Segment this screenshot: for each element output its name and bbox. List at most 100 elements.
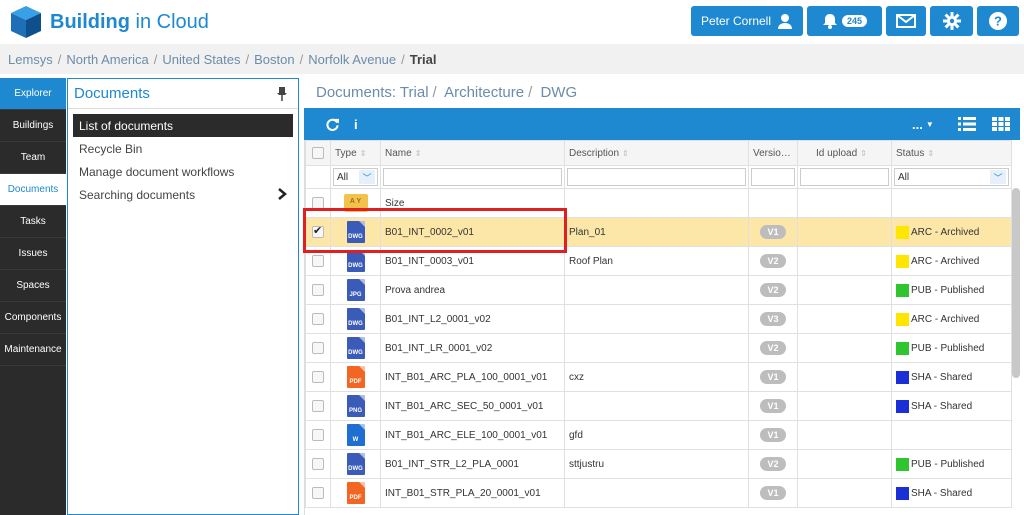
table-row[interactable]: PNG INT_B01_ARC_SEC_50_0001_v01 V1 SHA - Sh… [305,391,1012,421]
breadcrumb-item[interactable]: Lemsys [8,52,53,67]
path-item[interactable]: Documents: Trial [316,84,429,101]
doc-name-cell[interactable]: Size [380,188,565,218]
column-header-status[interactable]: Status ⇕ [891,140,1012,166]
user-menu-button[interactable]: Peter Cornell [691,6,803,36]
select-all-header[interactable] [305,140,331,166]
app-logo[interactable]: Building in Cloud [8,4,209,40]
version-filter-input[interactable] [751,168,795,186]
row-checkbox[interactable] [312,224,324,238]
version-badge: V2 [760,283,786,297]
doc-name-cell[interactable]: B01_INT_0002_v01 [380,217,565,247]
doc-name-cell[interactable]: INT_B01_STR_PLA_20_0001_v01 [380,478,565,508]
messages-button[interactable] [886,6,926,36]
row-checkbox[interactable] [312,197,324,209]
sidebar-item-issues[interactable]: Issues [0,238,66,270]
doc-name-cell[interactable]: B01_INT_0003_v01 [380,246,565,276]
doc-name-cell[interactable]: B01_INT_STR_L2_PLA_0001 [380,449,565,479]
grid-view-button[interactable] [992,108,1010,140]
table-row[interactable]: DWG B01_INT_0002_v01Plan_01 V1 ARC - Archiv… [305,217,1012,247]
row-checkbox[interactable] [312,487,324,499]
breadcrumb-item[interactable]: North America [66,52,148,67]
help-icon: ? [989,12,1007,30]
info-button[interactable]: i [354,108,358,140]
notifications-button[interactable]: 245 [807,6,882,36]
row-checkbox[interactable] [312,313,324,325]
doc-id-upload-cell [797,188,892,218]
version-badge: V1 [760,370,786,384]
sidebar-item-spaces[interactable]: Spaces [0,270,66,302]
file-type-icon: DWG [346,308,365,330]
table-row[interactable]: A Y Size [305,188,1012,218]
table-row[interactable]: PDF INT_B01_ARC_PLA_100_0001_v01 cxz V1 SHA … [305,362,1012,392]
sidebar-item-maintenance[interactable]: Maintenance [0,334,66,366]
table-row[interactable]: DWG B01_INT_L2_0001_v02 V3 ARC - Archived [305,304,1012,334]
doc-name-cell[interactable]: Prova andrea [380,275,565,305]
doc-name-cell[interactable]: B01_INT_LR_0001_v02 [380,333,565,363]
doc-description-cell [564,188,749,218]
more-options-button[interactable]: ... ▼ [912,108,934,140]
version-badge: V1 [760,486,786,500]
description-filter-input[interactable] [567,168,746,186]
column-header-id-upload[interactable]: Id upload ⇕ [797,140,892,166]
id-upload-filter-input[interactable] [800,168,889,186]
doc-id-upload-cell [797,449,892,479]
table-row[interactable]: W INT_B01_ARC_ELE_100_0001_v01 gfd V1 [305,420,1012,450]
grid-scrollbar[interactable] [1012,188,1020,378]
breadcrumb-item[interactable]: Norfolk Avenue [308,52,396,67]
row-checkbox[interactable] [312,255,324,267]
grid-view-icon [992,117,1010,131]
doc-status-cell: SHA - Shared [891,478,1012,508]
doc-status-cell: PUB - Published [891,449,1012,479]
doc-name-cell[interactable]: INT_B01_ARC_PLA_100_0001_v01 [380,362,565,392]
table-row[interactable]: DWG B01_INT_STR_L2_PLA_0001 sttjustru V2 PUB… [305,449,1012,479]
doc-description-cell: Roof Plan [564,246,749,276]
sidebar-item-buildings[interactable]: Buildings [0,110,66,142]
refresh-button[interactable] [326,108,339,140]
doc-name-cell[interactable]: INT_B01_ARC_ELE_100_0001_v01 [380,420,565,450]
table-row[interactable]: DWG B01_INT_0003_v01 Roof Plan V2 ARC - Arch… [305,246,1012,276]
status-color-swatch [896,254,909,268]
column-header-version[interactable]: Version ⇕ [748,140,798,166]
help-button[interactable]: ? [977,6,1019,36]
documents-table: Type ⇕ Name ⇕ Description ⇕ Version ⇕ Id upl… [305,140,1012,508]
menu-item-searching-documents[interactable]: Searching documents [73,183,293,206]
pin-icon[interactable] [276,87,288,101]
sidebar-item-tasks[interactable]: Tasks [0,206,66,238]
path-item[interactable]: Architecture [444,84,524,101]
row-checkbox[interactable] [312,400,324,412]
sidebar-item-team[interactable]: Team [0,142,66,174]
row-checkbox[interactable] [312,342,324,354]
status-filter-select[interactable]: All ﹀ [894,168,1009,186]
row-checkbox[interactable] [312,284,324,296]
name-filter-input[interactable] [383,168,562,186]
sidebar-item-documents[interactable]: Documents [0,174,66,206]
breadcrumb-item[interactable]: Boston [254,52,294,67]
doc-status-cell: ARC - Archived [891,246,1012,276]
breadcrumb-item[interactable]: United States [162,52,240,67]
settings-button[interactable] [930,6,973,36]
row-checkbox[interactable] [312,371,324,383]
type-filter-select[interactable]: All ﹀ [333,168,378,186]
doc-name-cell[interactable]: INT_B01_ARC_SEC_50_0001_v01 [380,391,565,421]
doc-id-upload-cell [797,391,892,421]
doc-name-cell[interactable]: B01_INT_L2_0001_v02 [380,304,565,334]
status-label: SHA - Shared [911,400,973,412]
list-view-button[interactable] [958,108,976,140]
table-row[interactable]: PDF INT_B01_STR_PLA_20_0001_v01 V1 SHA - Sh… [305,478,1012,508]
chevron-down-icon: ﹀ [990,170,1006,184]
menu-item-list-of-documents[interactable]: List of documents [73,114,293,137]
row-checkbox[interactable] [312,458,324,470]
menu-item-recycle-bin[interactable]: Recycle Bin [73,137,293,160]
select-all-checkbox[interactable] [312,147,324,159]
column-header-description[interactable]: Description ⇕ [564,140,749,166]
row-checkbox[interactable] [312,429,324,441]
sidebar-item-components[interactable]: Components [0,302,66,334]
table-row[interactable]: DWG B01_INT_LR_0001_v02 V2 PUB - Published [305,333,1012,363]
table-row[interactable]: JPG Prova andrea V2 PUB - Published [305,275,1012,305]
column-header-name[interactable]: Name ⇕ [380,140,565,166]
sidebar-item-explorer[interactable]: Explorer [0,78,66,110]
column-header-type[interactable]: Type ⇕ [330,140,381,166]
breadcrumb-current: Trial [409,51,437,67]
menu-item-manage-workflows[interactable]: Manage document workflows [73,160,293,183]
grid-toolbar: i ... ▼ [304,108,1020,140]
